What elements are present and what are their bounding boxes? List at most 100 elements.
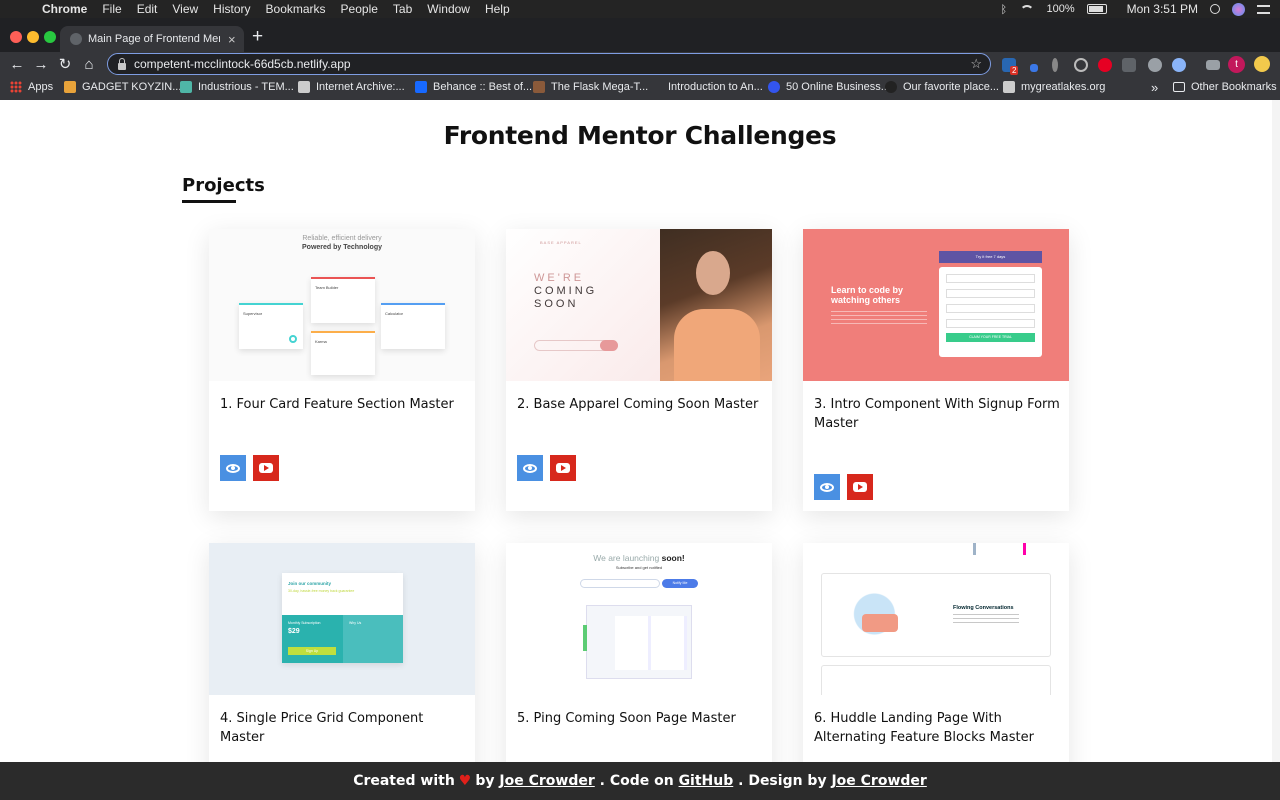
- pen-extension-icon[interactable]: [1030, 64, 1038, 72]
- bookmark-favicon-icon: [885, 81, 897, 93]
- project-thumbnail-4[interactable]: Join our community 30-day, hassle-free m…: [209, 543, 475, 695]
- menu-tab[interactable]: Tab: [393, 2, 412, 16]
- bookmark-gadget[interactable]: GADGET KOYZIN...: [64, 81, 181, 93]
- wifi-icon[interactable]: [1020, 5, 1035, 13]
- back-button[interactable]: ←: [9, 55, 25, 75]
- new-tab-button[interactable]: +: [252, 27, 268, 47]
- thumb-panel: Why Us: [343, 615, 403, 663]
- input-mock: [946, 274, 1035, 283]
- other-bookmarks-label: Other Bookmarks: [1191, 81, 1277, 93]
- bookmark-favicon-icon: [298, 81, 310, 93]
- bookmark-internet-archive[interactable]: Internet Archive:...: [298, 81, 405, 93]
- project-thumbnail-1[interactable]: Reliable, efficient delivery Powered by …: [209, 229, 475, 381]
- chrome-menu-icon[interactable]: [1254, 56, 1270, 72]
- youtube-icon: [853, 482, 867, 492]
- home-button[interactable]: ⌂: [81, 55, 97, 75]
- menu-edit[interactable]: Edit: [137, 2, 158, 16]
- bookmark-star-icon[interactable]: ☆: [970, 56, 982, 72]
- project-thumbnail-3[interactable]: Learn to code by watching others Try it …: [803, 229, 1069, 381]
- chat-extension-icon[interactable]: [1148, 58, 1162, 72]
- reload-button[interactable]: ↻: [57, 55, 73, 75]
- live-demo-button[interactable]: [814, 474, 840, 500]
- project-title: 2. Base Apparel Coming Soon Master: [517, 397, 759, 412]
- forward-button[interactable]: →: [33, 55, 49, 75]
- minimize-window-button[interactable]: [27, 31, 39, 43]
- reading-list-icon[interactable]: [1206, 60, 1220, 70]
- circle-extension-icon[interactable]: [1172, 58, 1186, 72]
- designer-link[interactable]: Joe Crowder: [831, 773, 926, 789]
- heart-icon: ♥: [458, 773, 472, 789]
- menu-file[interactable]: File: [102, 2, 121, 16]
- eye-icon: [226, 463, 240, 473]
- close-window-button[interactable]: [10, 31, 22, 43]
- bookmark-favicon-icon: [650, 81, 662, 93]
- menu-bookmarks[interactable]: Bookmarks: [266, 2, 326, 16]
- thumb-text: WE'RE: [534, 272, 585, 284]
- project-thumbnail-5[interactable]: We are launching soon! Subscribe and get…: [506, 543, 772, 695]
- folder-icon: [1173, 82, 1185, 92]
- menubar-clock[interactable]: Mon 3:51 PM: [1127, 2, 1198, 16]
- github-link[interactable]: GitHub: [679, 773, 734, 789]
- youtube-button[interactable]: [847, 474, 873, 500]
- author-link[interactable]: Joe Crowder: [499, 773, 594, 789]
- bookmark-mygreatlakes[interactable]: mygreatlakes.org: [1003, 81, 1105, 93]
- battery-icon[interactable]: [1086, 4, 1107, 14]
- thumb-text: Why Us: [349, 621, 362, 625]
- browser-toolbar: ← → ↻ ⌂ competent-mcclintock-66d5cb.netl…: [0, 52, 1280, 78]
- notification-center-icon[interactable]: [1257, 4, 1270, 14]
- pin-extension-icon[interactable]: [1052, 58, 1058, 72]
- bookmark-label: Internet Archive:...: [316, 81, 405, 93]
- menu-view[interactable]: View: [172, 2, 198, 16]
- illustration-figures: [973, 543, 1033, 555]
- project-thumbnail-6[interactable]: Flowing Conversations: [803, 543, 1069, 695]
- project-card-3: Learn to code by watching others Try it …: [803, 229, 1069, 511]
- extension-badge: 2: [1010, 66, 1019, 75]
- project-card-4: Join our community 30-day, hassle-free m…: [209, 543, 475, 762]
- input-mock: [946, 289, 1035, 298]
- menu-app-chrome[interactable]: Chrome: [42, 2, 87, 16]
- bluetooth-icon[interactable]: ᛒ: [1000, 4, 1008, 16]
- w-extension-icon[interactable]: [1122, 58, 1136, 72]
- bookmark-apps[interactable]: Apps: [10, 81, 53, 93]
- thumb-text: Calculator: [385, 311, 404, 316]
- zoom-window-button[interactable]: [44, 31, 56, 43]
- signup-form-mock: CLAIM YOUR FREE TRIAL: [939, 267, 1042, 357]
- bookmark-favorite-place[interactable]: Our favorite place...: [885, 81, 999, 93]
- other-bookmarks[interactable]: Other Bookmarks: [1173, 81, 1277, 93]
- react-extension-icon[interactable]: [1074, 58, 1088, 72]
- live-demo-button[interactable]: [220, 455, 246, 481]
- thumb-card: Calculator: [381, 303, 445, 349]
- tab-close-icon[interactable]: ×: [228, 32, 236, 47]
- bookmark-flask[interactable]: The Flask Mega-T...: [533, 81, 648, 93]
- more-bookmarks-button[interactable]: »: [1151, 80, 1158, 95]
- browser-tab-active[interactable]: Main Page of Frontend Mentor ×: [60, 26, 244, 52]
- illustration-people: [862, 614, 898, 632]
- menu-window[interactable]: Window: [427, 2, 470, 16]
- footer-by: by: [475, 773, 495, 789]
- menu-people[interactable]: People: [341, 2, 378, 16]
- address-url[interactable]: competent-mcclintock-66d5cb.netlify.app: [134, 57, 351, 71]
- project-thumbnail-2[interactable]: BASE APPAREL WE'RE COMING SOON: [506, 229, 772, 381]
- page-footer: Created with ♥ by Joe Crowder . Code on …: [0, 762, 1280, 800]
- live-demo-button[interactable]: [517, 455, 543, 481]
- heading-underline: [182, 200, 236, 203]
- profile-avatar[interactable]: t: [1228, 56, 1245, 73]
- bookmark-introduction[interactable]: Introduction to An...: [650, 81, 763, 93]
- thumb-text: COMING: [534, 285, 598, 297]
- menu-help[interactable]: Help: [485, 2, 510, 16]
- spotlight-icon[interactable]: [1210, 4, 1220, 14]
- address-bar[interactable]: competent-mcclintock-66d5cb.netlify.app …: [107, 53, 991, 75]
- bookmark-industrious[interactable]: Industrious - TEM...: [180, 81, 294, 93]
- bookmark-label: Apps: [28, 81, 54, 93]
- thumb-text: Flowing Conversations: [953, 605, 1014, 611]
- youtube-button[interactable]: [550, 455, 576, 481]
- bookmark-behance[interactable]: Behance :: Best of...: [415, 81, 532, 93]
- lock-icon[interactable]: [118, 57, 126, 70]
- pinterest-extension-icon[interactable]: [1098, 58, 1112, 72]
- menu-history[interactable]: History: [213, 2, 250, 16]
- page-scrollbar[interactable]: [1272, 100, 1280, 762]
- siri-icon[interactable]: [1232, 2, 1245, 16]
- youtube-button[interactable]: [253, 455, 279, 481]
- bookmark-online-business[interactable]: 50 Online Business...: [768, 81, 890, 93]
- youtube-icon: [556, 463, 570, 473]
